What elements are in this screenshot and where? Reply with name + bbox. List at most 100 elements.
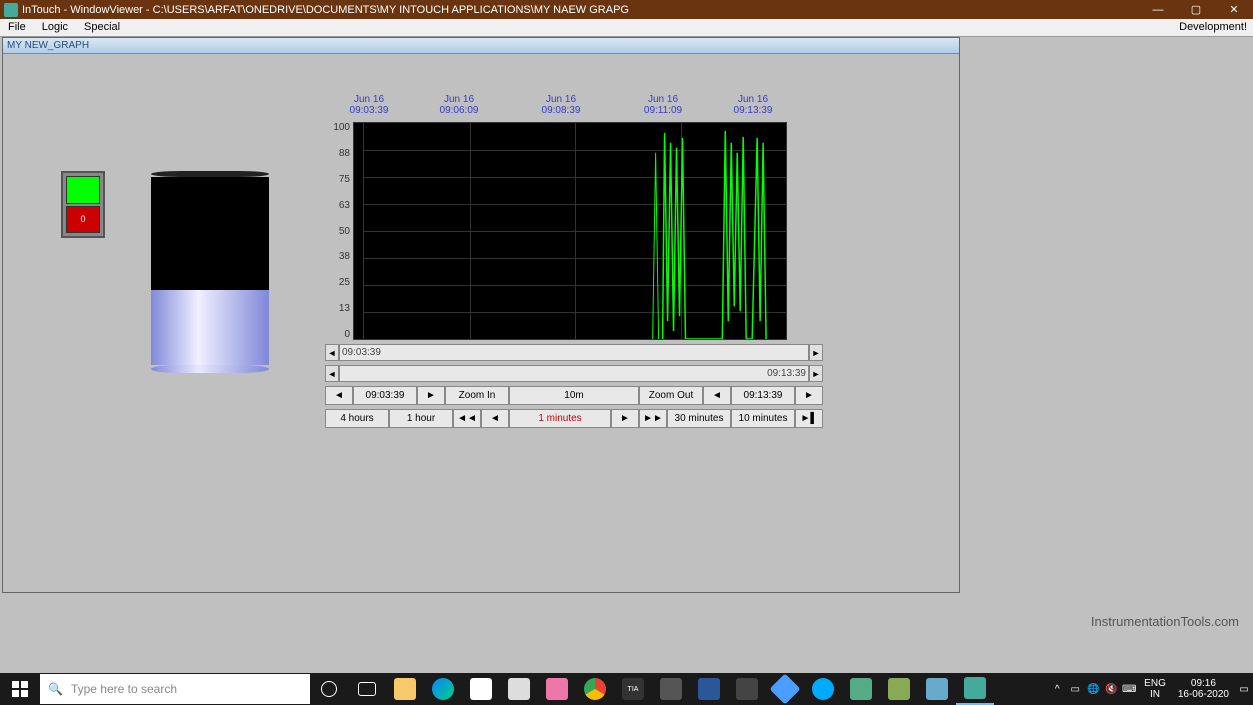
app-path: C:\USERS\ARFAT\ONEDRIVE\DOCUMENTS\MY INT…: [153, 4, 629, 16]
scroll-track-top[interactable]: 09:03:39: [339, 344, 809, 361]
app-icon-6[interactable]: [918, 673, 956, 705]
volume-icon[interactable]: 🔇: [1102, 673, 1120, 705]
maximize-button[interactable]: ▢: [1177, 0, 1215, 19]
mail-icon[interactable]: [500, 673, 538, 705]
taskview-icon[interactable]: [348, 673, 386, 705]
search-placeholder: Type here to search: [71, 682, 177, 696]
battery-icon[interactable]: ▭: [1066, 673, 1084, 705]
ffwd-button[interactable]: ►►: [639, 409, 667, 428]
word-icon[interactable]: [690, 673, 728, 705]
tank-fill: [151, 290, 269, 365]
minimize-button[interactable]: —: [1139, 0, 1177, 19]
system-tray: ^ ▭ 🌐 🔇 ⌨ ENG IN 09:16 16-06-2020 ▭: [1048, 673, 1253, 705]
span-1h-button[interactable]: 1 hour: [389, 409, 453, 428]
watermark: InstrumentationTools.com: [1091, 614, 1239, 629]
rewind-button[interactable]: ◄◄: [453, 409, 481, 428]
cortana-icon[interactable]: [310, 673, 348, 705]
menu-file[interactable]: File: [0, 19, 34, 36]
step-fwd-end-button[interactable]: ►: [795, 386, 823, 405]
y-tick: 38: [325, 251, 350, 262]
tank-body: [151, 177, 269, 365]
tray-up-icon[interactable]: ^: [1048, 673, 1066, 705]
y-tick: 13: [325, 303, 350, 314]
x-axis-labels: Jun 1609:03:39 Jun 1609:06:09 Jun 1609:0…: [325, 94, 823, 122]
x-tick-0: Jun 1609:03:39: [350, 94, 389, 116]
switch-on[interactable]: [66, 176, 100, 204]
graph-window: MY NEW_GRAPH 0 Jun 1609:03:39 Jun 1609:0…: [2, 37, 960, 593]
switch-off[interactable]: 0: [66, 206, 100, 234]
scroll-track-bottom[interactable]: 09:13:39: [339, 365, 809, 382]
store-icon[interactable]: [462, 673, 500, 705]
fwd-button[interactable]: ►: [611, 409, 639, 428]
title-sep: -: [143, 4, 153, 16]
scroll-top: ◄ 09:03:39 ►: [325, 344, 823, 361]
app-icon-4[interactable]: [842, 673, 880, 705]
y-tick: 88: [325, 148, 350, 159]
step-back-button[interactable]: ◄: [325, 386, 353, 405]
center-span-display: 1 minutes: [509, 409, 611, 428]
y-tick: 25: [325, 277, 350, 288]
app-icon-5[interactable]: [880, 673, 918, 705]
search-icon: 🔍: [48, 682, 63, 696]
step-fwd-button[interactable]: ►: [417, 386, 445, 405]
back-button[interactable]: ◄: [481, 409, 509, 428]
tank-bottom: [151, 365, 269, 373]
x-tick-2: Jun 1609:08:39: [542, 94, 581, 116]
notifications-icon[interactable]: ▭: [1235, 673, 1253, 705]
language-indicator[interactable]: ENG IN: [1138, 678, 1172, 700]
menu-logic[interactable]: Logic: [34, 19, 76, 36]
scroll-left-icon[interactable]: ◄: [325, 365, 339, 382]
y-tick: 50: [325, 226, 350, 237]
plot-margin: [353, 122, 363, 340]
trend-plot[interactable]: [363, 122, 787, 340]
toggle-switch[interactable]: 0: [61, 171, 105, 238]
edge-icon[interactable]: [424, 673, 462, 705]
x-tick-4: Jun 1609:13:39: [734, 94, 773, 116]
clock[interactable]: 09:16 16-06-2020: [1172, 678, 1235, 700]
keyboard-icon[interactable]: ⌨: [1120, 673, 1138, 705]
network-icon[interactable]: 🌐: [1084, 673, 1102, 705]
chrome-icon[interactable]: [576, 673, 614, 705]
paint-icon[interactable]: [538, 673, 576, 705]
start-time-display: 09:03:39: [353, 386, 417, 405]
zoom-out-button[interactable]: Zoom Out: [639, 386, 703, 405]
controls-row-1: ◄ 09:03:39 ► Zoom In 10m Zoom Out ◄ 09:1…: [325, 386, 823, 405]
controls-row-2: 4 hours 1 hour ◄◄ ◄ 1 minutes ► ►► 30 mi…: [325, 409, 823, 428]
tia-icon[interactable]: TIA: [614, 673, 652, 705]
y-tick: 63: [325, 200, 350, 211]
start-button[interactable]: [0, 673, 40, 705]
development-label[interactable]: Development!: [1173, 19, 1253, 36]
intouch-icon[interactable]: [956, 673, 994, 705]
app-icon: [4, 3, 18, 17]
scroll-right-icon[interactable]: ►: [809, 365, 823, 382]
trend-body: 100 88 75 63 50 38 25 13 0: [325, 122, 823, 340]
graph-window-body: 0 Jun 1609:03:39 Jun 1609:06:09 Jun 1609…: [3, 54, 959, 592]
span-4h-button[interactable]: 4 hours: [325, 409, 389, 428]
end-time-display: 09:13:39: [731, 386, 795, 405]
close-button[interactable]: ✕: [1215, 0, 1253, 19]
app-icon-1[interactable]: [652, 673, 690, 705]
y-tick: 100: [325, 122, 350, 133]
tank-indicator: [151, 171, 269, 371]
zoom-in-button[interactable]: Zoom In: [445, 386, 509, 405]
app-icon-3[interactable]: [766, 673, 804, 705]
span-10m-button[interactable]: 10 minutes: [731, 409, 795, 428]
app-icon-2[interactable]: [728, 673, 766, 705]
span-30m-button[interactable]: 30 minutes: [667, 409, 731, 428]
teamviewer-icon[interactable]: [804, 673, 842, 705]
graph-window-title: MY NEW_GRAPH: [3, 38, 959, 54]
menu-special[interactable]: Special: [76, 19, 128, 36]
step-back-end-button[interactable]: ◄: [703, 386, 731, 405]
x-tick-1: Jun 1609:06:09: [440, 94, 479, 116]
trend-chart: Jun 1609:03:39 Jun 1609:06:09 Jun 1609:0…: [325, 94, 823, 428]
search-box[interactable]: 🔍 Type here to search: [40, 674, 310, 704]
x-tick-3: Jun 1609:11:09: [644, 94, 682, 116]
scroll-left-icon[interactable]: ◄: [325, 344, 339, 361]
menu-bar: File Logic Special Development!: [0, 19, 1253, 37]
workspace: MY NEW_GRAPH 0 Jun 1609:03:39 Jun 1609:0…: [0, 37, 1253, 673]
explorer-icon[interactable]: [386, 673, 424, 705]
scroll-right-icon[interactable]: ►: [809, 344, 823, 361]
skip-end-button[interactable]: ►▌: [795, 409, 823, 428]
y-tick: 0: [325, 329, 350, 340]
y-tick: 75: [325, 174, 350, 185]
